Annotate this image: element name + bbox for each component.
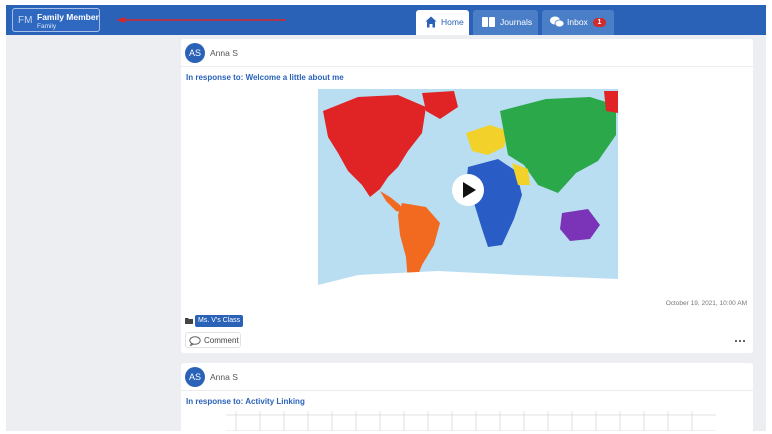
book-icon [482, 17, 495, 27]
home-icon [425, 16, 437, 28]
tab-inbox-label: Inbox [567, 17, 588, 27]
class-tag[interactable]: Ms. V's Class [195, 315, 244, 327]
post-author: Anna S [210, 372, 238, 382]
tab-journals[interactable]: Journals [473, 10, 538, 35]
user-menu[interactable]: FM Family Member Family [12, 8, 100, 32]
avatar[interactable]: AS [185, 367, 205, 387]
tab-home[interactable]: Home [416, 10, 469, 35]
chat-bubbles-icon [550, 16, 564, 28]
user-initials: FM [18, 15, 33, 26]
avatar[interactable]: AS [185, 43, 205, 63]
post-timestamp: October 19, 2021, 10:00 AM [665, 300, 747, 307]
tab-home-label: Home [441, 17, 464, 27]
attachment-preview[interactable] [226, 411, 716, 431]
inbox-unread-badge: 1 [593, 18, 606, 27]
post-header: AS Anna S [181, 363, 753, 391]
comment-button[interactable]: Comment [185, 332, 241, 348]
more-options-icon[interactable] [733, 336, 747, 346]
app-frame: FM Family Member Family Home Journals In… [6, 5, 766, 431]
post-card: AS Anna S In response to: Activity Linki… [181, 363, 753, 431]
play-icon[interactable] [452, 174, 484, 206]
top-navigation-bar: FM Family Member Family Home Journals In… [6, 5, 766, 35]
folder-icon [185, 318, 193, 324]
comment-button-label: Comment [204, 336, 239, 345]
post-header: AS Anna S [181, 39, 753, 67]
tab-journals-label: Journals [500, 17, 533, 27]
tab-inbox[interactable]: Inbox 1 [542, 10, 614, 35]
post-card: AS Anna S In response to: Welcome a litt… [181, 39, 753, 353]
post-response-link[interactable]: In response to: Welcome a little about m… [186, 73, 344, 82]
user-name: Family Member [37, 12, 99, 22]
post-response-link[interactable]: In response to: Activity Linking [186, 397, 305, 406]
post-author: Anna S [210, 48, 238, 58]
annotation-arrow-icon [116, 17, 286, 23]
video-thumbnail[interactable] [318, 89, 618, 291]
speech-bubble-icon [189, 336, 201, 346]
user-role: Family [37, 23, 57, 30]
